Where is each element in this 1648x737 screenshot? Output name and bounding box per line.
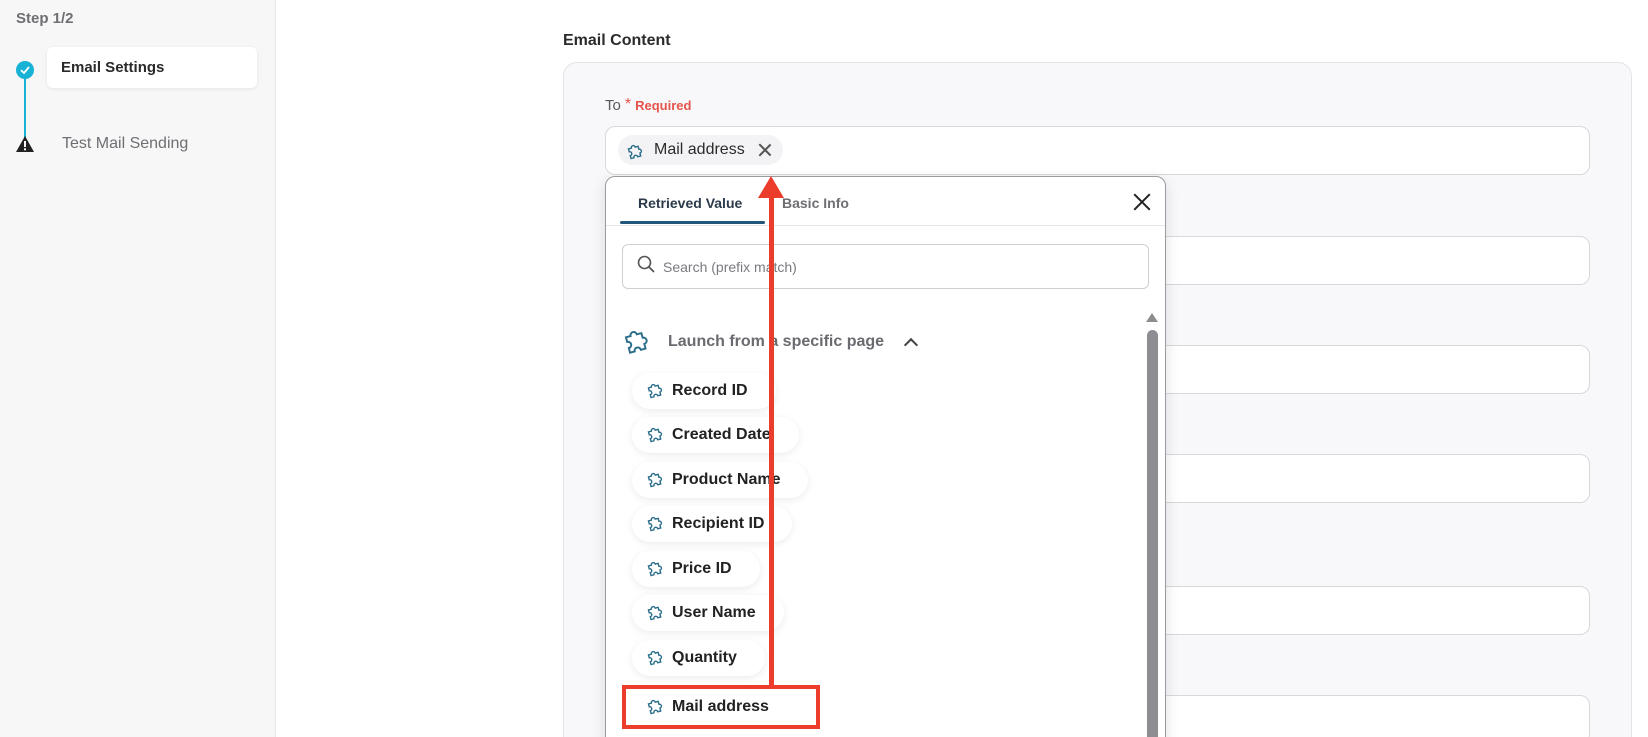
picker-tabs: Retrieved Value Basic Info [606, 177, 1165, 226]
list-item[interactable]: Price ID [632, 551, 760, 587]
item-label: User Name [672, 604, 756, 621]
item-label: Price ID [672, 560, 732, 577]
group-title: Launch from a specific page [668, 332, 885, 350]
search-input[interactable] [663, 258, 1123, 275]
item-label: Quantity [672, 649, 737, 666]
step-email-settings[interactable]: Email Settings [47, 47, 257, 88]
puzzle-icon [646, 557, 666, 582]
chip-label: Mail address [654, 141, 745, 158]
required-text: Required [635, 97, 692, 113]
tab-retrieved-value[interactable]: Retrieved Value [638, 195, 742, 211]
app-root: Step 1/2 Email Settings Test Mail Sendin… [0, 0, 1648, 737]
list-item[interactable]: Quantity [632, 640, 765, 676]
puzzle-icon [646, 601, 666, 626]
item-label: Created Date [672, 426, 771, 443]
step-title: Step 1/2 [16, 10, 74, 27]
item-label: Product Name [672, 471, 781, 488]
puzzle-icon [646, 512, 666, 537]
search-box[interactable] [622, 244, 1149, 289]
active-tab-indicator [620, 221, 765, 224]
to-label-text: To [605, 96, 621, 114]
annotation-arrow-shaft [769, 192, 774, 688]
puzzle-icon [646, 646, 666, 671]
section-title: Email Content [563, 32, 671, 49]
value-picker-popup: Retrieved Value Basic Info Launch from a… [605, 176, 1166, 737]
list-item[interactable]: User Name [632, 595, 784, 631]
puzzle-icon [646, 695, 666, 720]
search-icon [637, 255, 655, 278]
to-field[interactable]: Mail address [605, 126, 1590, 175]
item-label: Mail address [672, 698, 769, 715]
puzzle-icon [622, 323, 654, 360]
step-label: Email Settings [61, 59, 165, 76]
item-label: Record ID [672, 382, 748, 399]
tab-basic-info[interactable]: Basic Info [782, 195, 849, 211]
puzzle-icon [646, 379, 666, 404]
item-label: Recipient ID [672, 515, 765, 532]
step-test-mail-sending[interactable]: Test Mail Sending [62, 135, 188, 153]
list-item[interactable]: Record ID [632, 373, 776, 409]
steps-sidebar: Step 1/2 Email Settings Test Mail Sendin… [0, 0, 276, 737]
scroll-up-arrow[interactable] [1146, 313, 1158, 322]
list-item[interactable]: Product Name [632, 462, 809, 498]
close-icon[interactable] [757, 142, 773, 158]
puzzle-icon [646, 423, 666, 448]
to-field-label: To * Required [605, 96, 691, 114]
list-item-highlighted[interactable]: Mail address [622, 685, 820, 729]
step-connector [24, 74, 26, 144]
warning-icon [16, 136, 34, 157]
scrollbar-thumb[interactable] [1147, 330, 1158, 737]
to-chip[interactable]: Mail address [618, 135, 783, 165]
puzzle-icon [646, 468, 666, 493]
chevron-up-icon[interactable] [903, 337, 919, 352]
puzzle-icon [626, 140, 646, 160]
annotation-arrow-head [758, 176, 784, 198]
required-mark: * [624, 96, 632, 113]
close-icon[interactable] [1131, 191, 1153, 213]
check-circle-icon [16, 61, 34, 79]
